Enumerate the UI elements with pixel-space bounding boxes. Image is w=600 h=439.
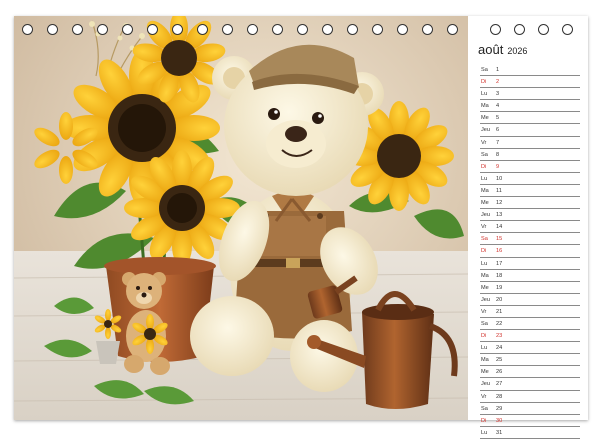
day-row: Sa 22 xyxy=(480,318,580,331)
day-name: Di xyxy=(481,79,487,86)
day-name: Lu xyxy=(481,175,488,182)
day-name: Ma xyxy=(481,357,489,364)
day-row: Ma 4 xyxy=(480,100,580,113)
day-row: Sa 29 xyxy=(480,403,580,415)
calendar-photo xyxy=(14,16,468,420)
day-name: Me xyxy=(481,284,489,291)
day-number: 18 xyxy=(496,272,503,279)
day-number: 15 xyxy=(496,236,503,243)
day-number: 11 xyxy=(496,187,502,194)
day-number: 3 xyxy=(496,91,500,98)
day-row: Lu 31 xyxy=(480,427,580,439)
day-name: Sa xyxy=(481,67,488,73)
day-name: Ma xyxy=(481,187,489,194)
day-row: Me 12 xyxy=(480,197,580,210)
day-name: Lu xyxy=(481,345,488,352)
day-name: Jeu xyxy=(481,381,491,388)
month-header: août 2026 xyxy=(478,41,527,59)
day-name: Jeu xyxy=(481,296,491,303)
day-number: 20 xyxy=(496,296,503,303)
day-number: 2 xyxy=(496,79,500,86)
day-number: 21 xyxy=(496,308,503,315)
day-row: Vr 14 xyxy=(480,221,580,234)
day-number: 16 xyxy=(496,248,503,255)
day-name: Jeu xyxy=(481,127,491,134)
day-number: 27 xyxy=(496,381,503,388)
day-name: Me xyxy=(481,115,489,122)
day-number: 22 xyxy=(496,320,503,327)
day-row: Di 16 xyxy=(480,245,580,258)
day-number: 24 xyxy=(496,345,503,352)
day-name: Vr xyxy=(481,224,487,231)
day-row: Di 23 xyxy=(480,330,580,343)
day-number: 6 xyxy=(496,127,500,134)
day-row: Me 19 xyxy=(480,282,580,294)
day-name: Sa xyxy=(481,151,488,158)
day-row: Lu 10 xyxy=(480,173,580,185)
day-list: Sa 1 Di 2 Lu 3 Ma 4 Me 5 Jeu 6 Vr 7 Sa 8 Di 9 Lu 10 Ma 11 Me 12… xyxy=(480,64,580,439)
day-name: Di xyxy=(481,417,487,424)
day-name: Di xyxy=(481,163,487,170)
calendar-column: août 2026 Sa 1 Di 2 Lu 3 Ma 4 Me 5 Jeu 6 Vr 7 Sa 8 Di 9 Lu 1… xyxy=(472,16,588,439)
day-row: Me 26 xyxy=(480,366,580,379)
day-number: 10 xyxy=(496,175,503,182)
day-row: Lu 24 xyxy=(480,342,580,355)
year: 2026 xyxy=(507,46,528,56)
day-row: Ma 25 xyxy=(480,354,580,367)
day-row: Lu 17 xyxy=(480,258,580,270)
day-number: 25 xyxy=(496,357,503,364)
day-row: Sa 8 xyxy=(480,149,580,161)
day-number: 19 xyxy=(496,284,503,291)
day-row: Di 9 xyxy=(480,161,580,173)
day-number: 1 xyxy=(496,67,500,73)
day-name: Sa xyxy=(481,320,488,327)
day-name: Me xyxy=(481,200,489,207)
day-name: Vr xyxy=(481,393,487,400)
day-row: Ma 18 xyxy=(480,270,580,282)
day-number: 17 xyxy=(496,260,503,267)
day-name: Ma xyxy=(481,272,489,279)
teddy-bear-sunflower-illustration xyxy=(14,16,468,420)
day-row: Sa 15 xyxy=(480,233,580,246)
day-number: 30 xyxy=(496,417,503,424)
day-name: Me xyxy=(481,369,489,376)
day-row: Vr 21 xyxy=(480,306,580,318)
day-name: Sa xyxy=(481,405,488,412)
day-row: Jeu 13 xyxy=(480,209,580,222)
day-row: Lu 3 xyxy=(480,88,580,101)
day-row: Di 30 xyxy=(480,415,580,427)
day-name: Jeu xyxy=(481,212,491,219)
day-name: Vr xyxy=(481,308,487,315)
day-name: Sa xyxy=(481,236,488,243)
day-number: 8 xyxy=(496,151,500,158)
day-row: Vr 7 xyxy=(480,137,580,149)
day-row: Ma 11 xyxy=(480,185,580,198)
day-row: Jeu 6 xyxy=(480,124,580,137)
month-name: août xyxy=(478,42,504,57)
day-number: 9 xyxy=(496,163,500,170)
day-number: 28 xyxy=(496,393,503,400)
day-number: 14 xyxy=(496,224,503,231)
day-number: 26 xyxy=(496,369,503,376)
day-name: Di xyxy=(481,248,487,255)
day-name: Lu xyxy=(481,260,488,267)
calendar-page: août 2026 Sa 1 Di 2 Lu 3 Ma 4 Me 5 Jeu 6 Vr 7 Sa 8 Di 9 Lu 1… xyxy=(14,16,588,439)
day-number: 5 xyxy=(496,115,500,122)
day-name: Vr xyxy=(481,139,487,146)
day-row: Sa 1 xyxy=(480,64,580,77)
day-row: Jeu 27 xyxy=(480,378,580,391)
day-name: Ma xyxy=(481,103,489,110)
day-number: 23 xyxy=(496,333,503,340)
day-name: Di xyxy=(481,333,487,340)
day-row: Vr 28 xyxy=(480,391,580,403)
day-number: 7 xyxy=(496,139,500,146)
day-row: Me 5 xyxy=(480,112,580,125)
day-number: 12 xyxy=(496,200,503,207)
day-number: 4 xyxy=(496,103,500,110)
day-name: Lu xyxy=(481,91,488,98)
day-number: 13 xyxy=(496,212,503,219)
day-row: Di 2 xyxy=(480,76,580,89)
day-number: 29 xyxy=(496,405,503,412)
day-row: Jeu 20 xyxy=(480,294,580,306)
